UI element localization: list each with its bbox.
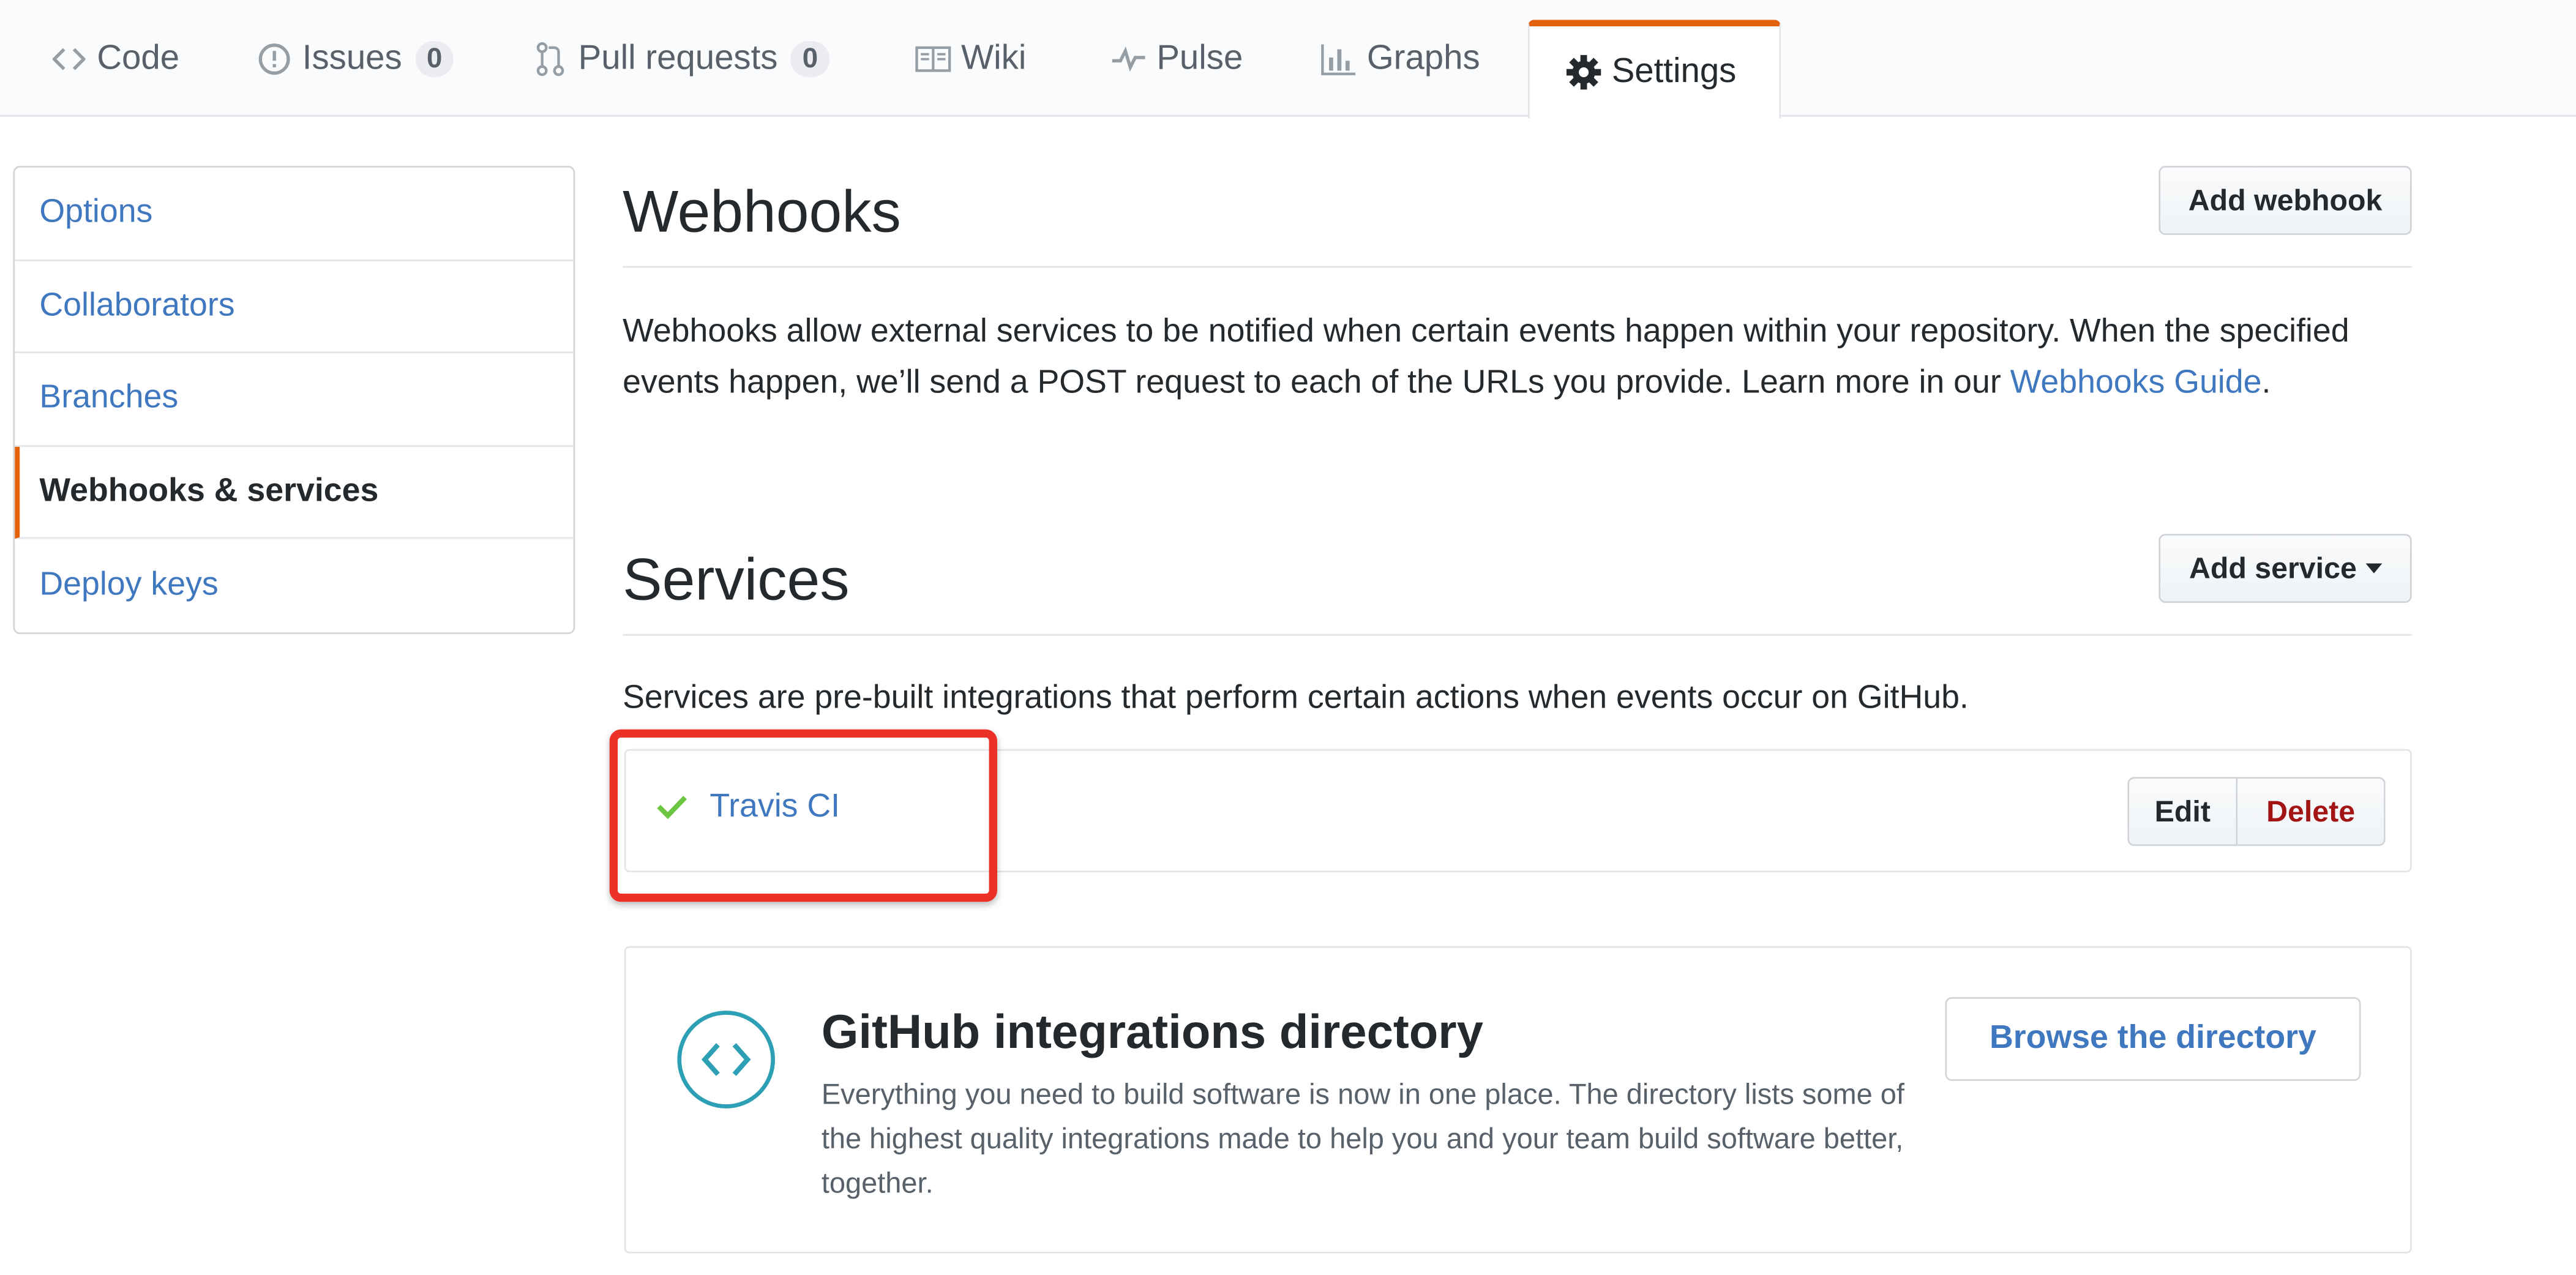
delete-button-label: Delete (2266, 794, 2356, 828)
tab-issues-label: Issues (302, 39, 402, 77)
tab-pulse[interactable]: Pulse (1110, 0, 1243, 117)
sidebar-item-webhooks-services[interactable]: Webhooks & services (15, 446, 574, 540)
tab-code-label: Code (97, 39, 180, 77)
sidebar-item-label: Collaborators (39, 287, 235, 324)
integrations-directory-panel: GitHub integrations directory Everything… (624, 946, 2412, 1254)
sidebar-item-label: Deploy keys (39, 567, 219, 604)
add-webhook-button-label: Add webhook (2188, 183, 2383, 216)
gear-icon (1566, 54, 1602, 91)
page-root: Code Issues 0 Pull requests 0 Wiki Pulse… (0, 0, 2576, 1275)
delete-button[interactable]: Delete (2237, 777, 2386, 847)
issue-icon (256, 40, 293, 77)
service-actions: Edit Delete (2127, 777, 2386, 847)
directory-code-icon (675, 1009, 777, 1119)
directory-description: Everything you need to build software is… (821, 1077, 1904, 1200)
browse-directory-button-label: Browse the directory (1990, 1020, 2316, 1056)
settings-sidebar: Options Collaborators Branches Webhooks … (13, 166, 575, 634)
book-icon (915, 40, 951, 77)
services-title: Services (623, 545, 850, 613)
services-description: Services are pre-built integrations that… (623, 680, 1969, 717)
sidebar-item-options[interactable]: Options (15, 168, 574, 261)
issues-count-badge: 0 (415, 40, 454, 77)
tab-pull-requests-label: Pull requests (578, 39, 778, 77)
highlight-box (609, 729, 998, 902)
webhooks-divider (623, 266, 2412, 268)
tab-wiki-label: Wiki (960, 39, 1027, 77)
edit-button-label: Edit (2154, 794, 2211, 828)
sidebar-item-label: Options (39, 194, 153, 231)
tab-graphs[interactable]: Graphs (1321, 0, 1480, 117)
sidebar-item-branches[interactable]: Branches (15, 353, 574, 447)
directory-title: GitHub integrations directory (821, 1007, 1483, 1060)
tab-graphs-label: Graphs (1366, 39, 1480, 77)
sidebar-item-deploy-keys[interactable]: Deploy keys (15, 539, 573, 632)
code-icon (51, 40, 87, 77)
webhooks-description-end: . (2261, 364, 2271, 401)
tab-settings-label: Settings (1611, 52, 1737, 91)
webhooks-description: Webhooks allow external services to be n… (623, 307, 2413, 409)
edit-button[interactable]: Edit (2127, 777, 2238, 847)
sidebar-item-label: Webhooks & services (39, 473, 379, 510)
pulse-icon (1110, 40, 1147, 77)
repo-nav-tabs: Code Issues 0 Pull requests 0 Wiki Pulse… (0, 0, 2576, 119)
tab-code[interactable]: Code (51, 0, 179, 117)
sidebar-item-collaborators[interactable]: Collaborators (15, 261, 574, 354)
caret-down-icon (2365, 563, 2382, 574)
browse-directory-button[interactable]: Browse the directory (1945, 997, 2361, 1081)
webhooks-title: Webhooks (623, 177, 901, 245)
add-service-button[interactable]: Add service (2159, 534, 2412, 603)
pull-request-icon (533, 40, 569, 77)
pull-requests-count-badge: 0 (790, 40, 829, 77)
tab-pull-requests[interactable]: Pull requests 0 (533, 0, 829, 117)
tab-pulse-label: Pulse (1156, 39, 1243, 77)
tab-settings[interactable]: Settings (1527, 20, 1781, 119)
tab-issues[interactable]: Issues 0 (256, 0, 454, 117)
graph-icon (1321, 40, 1357, 77)
tab-wiki[interactable]: Wiki (915, 0, 1027, 117)
webhooks-guide-link[interactable]: Webhooks Guide (2010, 365, 2262, 401)
add-webhook-button[interactable]: Add webhook (2159, 166, 2412, 235)
services-divider (623, 634, 2412, 636)
sidebar-item-label: Branches (39, 380, 179, 417)
add-service-button-label: Add service (2188, 551, 2357, 585)
